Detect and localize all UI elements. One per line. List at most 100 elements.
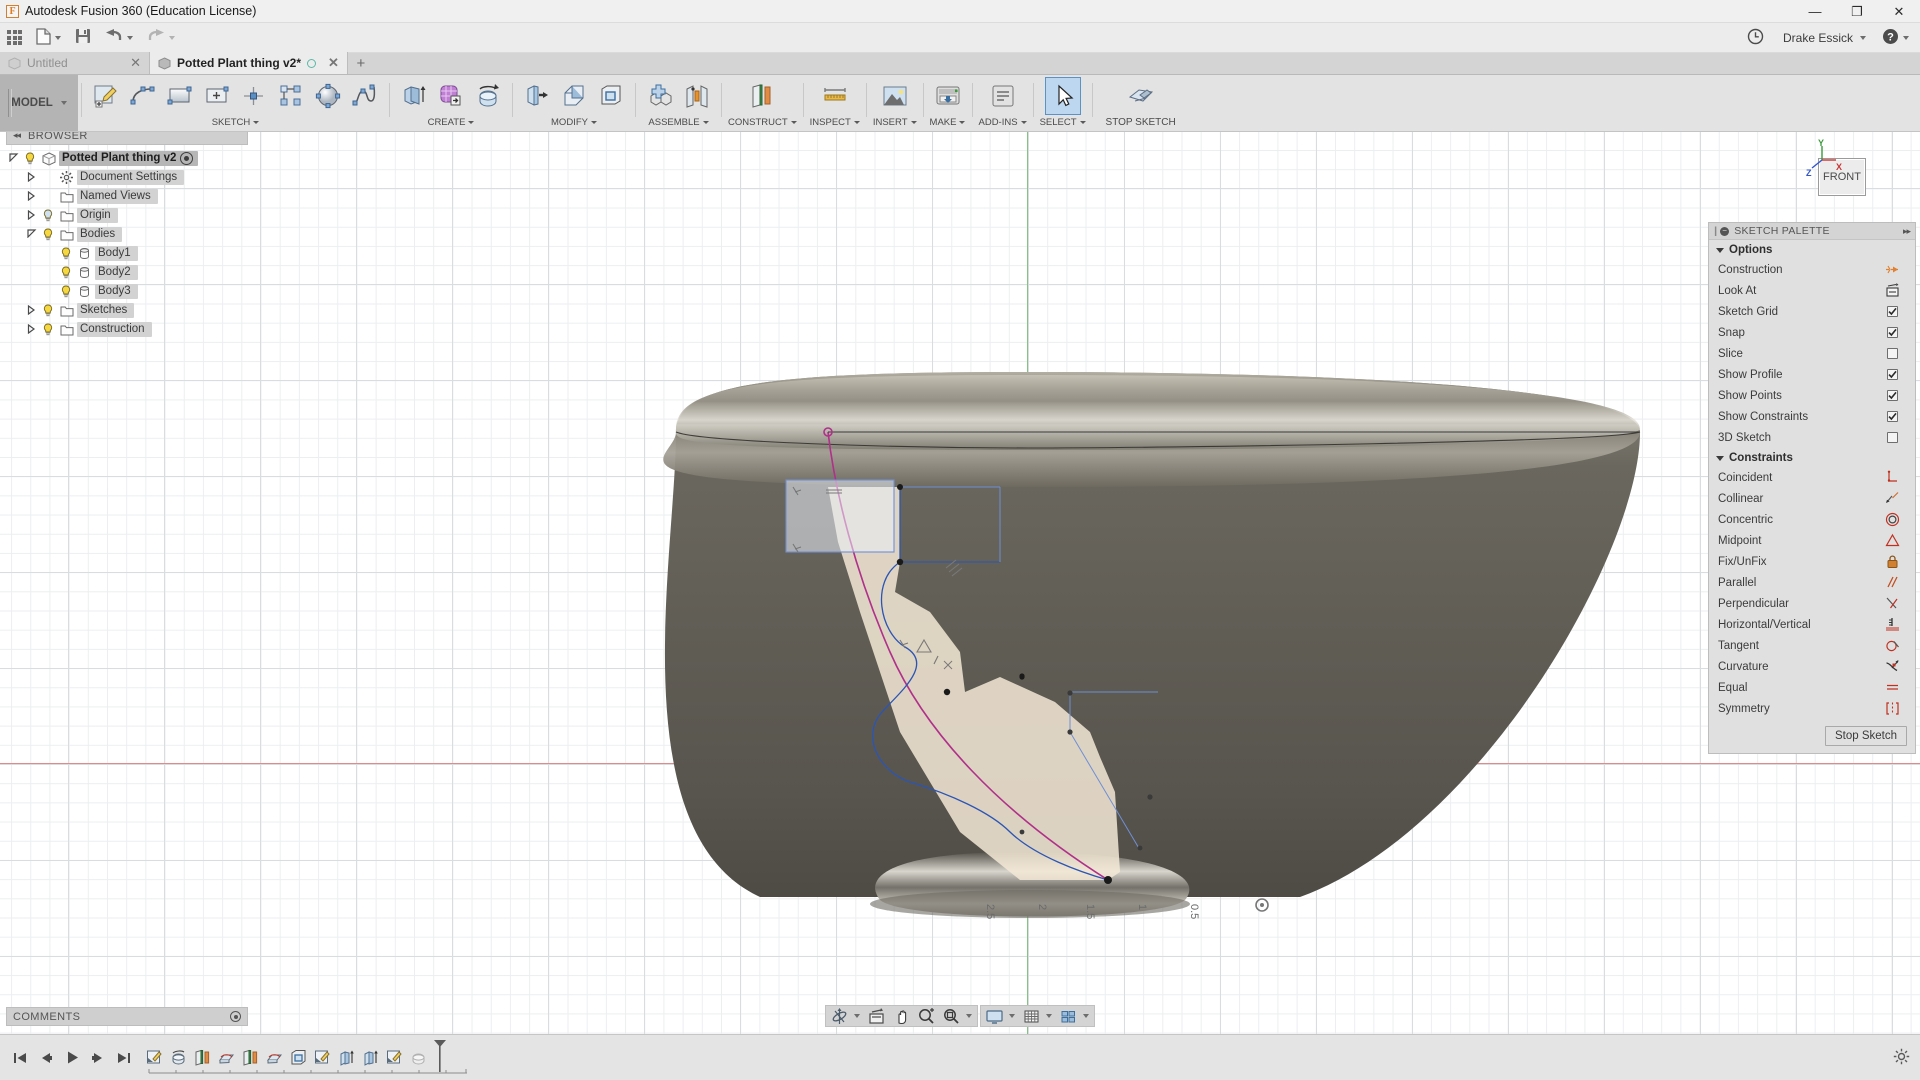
palette-row-show-profile[interactable]: Show Profile — [1709, 364, 1915, 385]
palette-row-midpoint[interactable]: Midpoint — [1709, 530, 1915, 551]
ribbon-group-label[interactable]: SELECT — [1040, 115, 1086, 130]
timeline-settings-button[interactable] — [1893, 1048, 1910, 1068]
tree-twist-closed[interactable] — [24, 323, 39, 336]
stop-sketch-icon-button[interactable] — [1123, 77, 1159, 115]
point-button[interactable] — [236, 77, 272, 115]
visibility-bulb-icon[interactable] — [57, 285, 74, 298]
user-account-button[interactable]: Drake Essick — [1773, 23, 1873, 53]
tree-twist-closed[interactable] — [24, 190, 39, 203]
checkbox-checked[interactable] — [1879, 369, 1905, 380]
tree-twist-closed[interactable] — [24, 171, 39, 184]
timeline-plane-1[interactable] — [192, 1047, 213, 1068]
3d-canvas[interactable]: 2.5 2 1.5 1 0.5 ◂◂ BROWSER Potted Plant … — [0, 132, 1920, 1034]
collinear-icon[interactable] — [1879, 491, 1905, 506]
browser-tree-item-body2[interactable]: Body2 — [6, 263, 248, 282]
stop-sketch-button[interactable]: Stop Sketch — [1824, 726, 1907, 746]
visibility-bulb-icon[interactable] — [21, 152, 38, 165]
ribbon-group-label[interactable]: ADD-INS — [979, 115, 1027, 130]
parallel-icon[interactable] — [1879, 575, 1905, 590]
checkbox-unchecked[interactable] — [1879, 432, 1905, 443]
look-at-button[interactable] — [864, 1006, 889, 1026]
jump-to-end-button[interactable] — [116, 1049, 132, 1067]
palette-row-perpendicular[interactable]: Perpendicular — [1709, 593, 1915, 614]
form-button[interactable] — [433, 77, 469, 115]
app-grid-button[interactable] — [0, 23, 29, 53]
timeline-sketch-2[interactable] — [312, 1047, 333, 1068]
display-settings-button[interactable] — [982, 1006, 1019, 1026]
checkbox-checked[interactable] — [1879, 327, 1905, 338]
step-back-button[interactable] — [38, 1049, 54, 1067]
revolve-button[interactable] — [470, 77, 506, 115]
timeline-end-marker[interactable] — [433, 1039, 447, 1076]
tangent-icon[interactable] — [1879, 638, 1905, 653]
line-button[interactable] — [125, 77, 161, 115]
palette-row-coincident[interactable]: Coincident — [1709, 467, 1915, 488]
new-component-button[interactable] — [642, 77, 678, 115]
midpoint-icon[interactable] — [1879, 533, 1905, 548]
visibility-bulb-icon[interactable] — [39, 209, 56, 222]
checkbox-checked[interactable] — [1879, 306, 1905, 317]
palette-row-tangent[interactable]: Tangent — [1709, 635, 1915, 656]
browser-tree-item-sketches[interactable]: Sketches — [6, 301, 248, 320]
timeline-revolve-1[interactable] — [168, 1047, 189, 1068]
new-file-button[interactable] — [29, 23, 68, 53]
pan-button[interactable] — [889, 1006, 914, 1026]
circle-button[interactable] — [310, 77, 346, 115]
zoom-button[interactable] — [914, 1006, 939, 1026]
palette-row-curvature[interactable]: Curvature — [1709, 656, 1915, 677]
palette-row-3d-sketch[interactable]: 3D Sketch — [1709, 427, 1915, 448]
palette-row-show-points[interactable]: Show Points — [1709, 385, 1915, 406]
ribbon-group-label[interactable]: CONSTRUCT — [728, 115, 797, 130]
palette-row-concentric[interactable]: Concentric — [1709, 509, 1915, 530]
workspace-switcher[interactable]: MODEL — [0, 75, 78, 131]
coincident-icon[interactable] — [1879, 470, 1905, 485]
ribbon-group-label[interactable]: SKETCH — [212, 115, 260, 130]
ribbon-group-label[interactable]: MODIFY — [551, 115, 597, 130]
view-cube[interactable]: FRONT Y X Z — [1806, 138, 1878, 212]
palette-row-sketch-grid[interactable]: Sketch Grid — [1709, 301, 1915, 322]
browser-tree-item-body1[interactable]: Body1 — [6, 244, 248, 263]
look-at-icon[interactable] — [1879, 283, 1905, 298]
visibility-bulb-icon[interactable] — [57, 247, 74, 260]
tree-twist-closed[interactable] — [24, 209, 39, 222]
palette-row-look-at[interactable]: Look At — [1709, 280, 1915, 301]
browser-tree-item-construction[interactable]: Construction — [6, 320, 248, 339]
checkbox-checked[interactable] — [1879, 390, 1905, 401]
palette-row-show-constraints[interactable]: Show Constraints — [1709, 406, 1915, 427]
tree-twist-open[interactable] — [6, 153, 21, 164]
version-history-button[interactable] — [1740, 23, 1771, 53]
palette-row-fix-unfix[interactable]: Fix/UnFix — [1709, 551, 1915, 572]
visibility-bulb-icon[interactable] — [39, 228, 56, 241]
maximize-button[interactable]: ❐ — [1836, 0, 1878, 23]
palette-row-parallel[interactable]: Parallel — [1709, 572, 1915, 593]
rectangular-pattern-button[interactable] — [273, 77, 309, 115]
fix-unfix-lock-icon[interactable] — [1879, 554, 1905, 569]
ribbon-group-label[interactable]: INSERT — [873, 115, 917, 130]
palette-row-horizontal-vertical[interactable]: Horizontal/Vertical — [1709, 614, 1915, 635]
3d-print-button[interactable] — [930, 77, 966, 115]
undo-button[interactable] — [98, 23, 140, 53]
concentric-icon[interactable] — [1879, 512, 1905, 527]
press-pull-button[interactable] — [519, 77, 555, 115]
offset-plane-button[interactable] — [744, 77, 780, 115]
checkbox-checked[interactable] — [1879, 411, 1905, 422]
expand-right-icon[interactable]: ▸▸ — [1903, 226, 1911, 237]
fillet-button[interactable] — [556, 77, 592, 115]
measure-button[interactable] — [817, 77, 853, 115]
close-button[interactable]: ✕ — [1878, 0, 1920, 23]
visibility-bulb-icon[interactable] — [39, 323, 56, 336]
shell-button[interactable] — [593, 77, 629, 115]
visibility-bulb-icon[interactable] — [39, 304, 56, 317]
close-icon[interactable]: ✕ — [124, 55, 141, 71]
spline-button[interactable] — [347, 77, 383, 115]
timeline-sketch-3[interactable] — [384, 1047, 405, 1068]
tab-potted-plant-thing-v2[interactable]: Potted Plant thing v2* ✕ — [150, 52, 348, 74]
orbit-button[interactable] — [827, 1006, 864, 1026]
fit-button[interactable] — [939, 1006, 976, 1026]
redo-button[interactable] — [140, 23, 182, 53]
ribbon-group-label[interactable]: INSPECT — [810, 115, 860, 130]
joint-button[interactable] — [679, 77, 715, 115]
equal-icon[interactable] — [1879, 680, 1905, 695]
browser-tree-item-origin[interactable]: Origin — [6, 206, 248, 225]
palette-section-options[interactable]: Options — [1709, 240, 1915, 259]
